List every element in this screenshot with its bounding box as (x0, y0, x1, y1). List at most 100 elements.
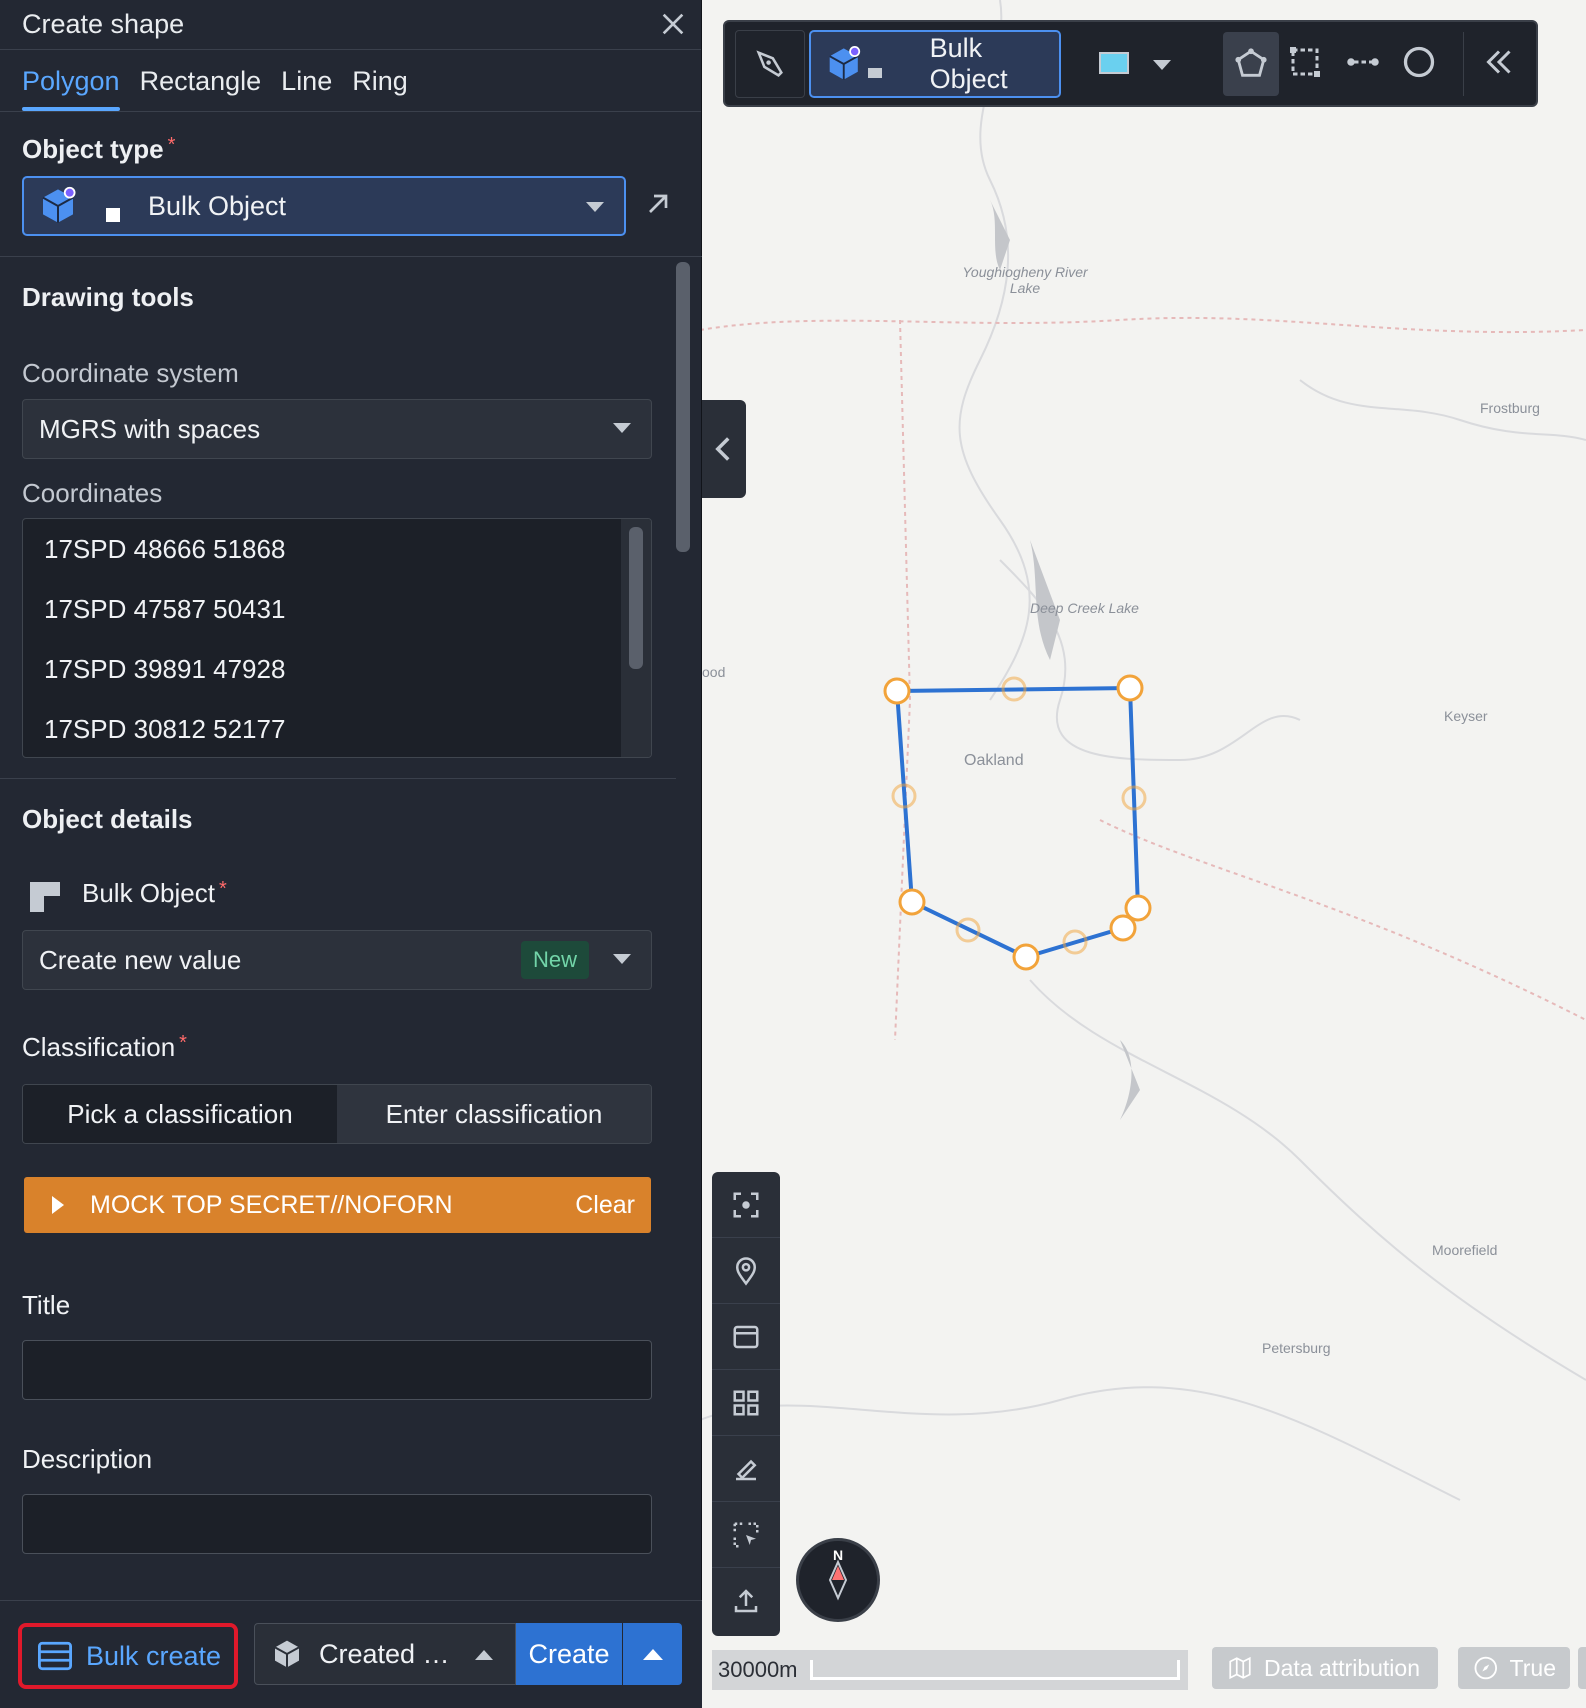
coordinate-row: 17SPD 39891 47928 (44, 653, 286, 684)
title-input[interactable] (22, 1340, 652, 1400)
tab-line[interactable]: Line (281, 66, 332, 111)
shape-tabs: Polygon Rectangle Line Ring (0, 50, 701, 112)
window-icon (733, 1325, 759, 1348)
coordinate-system-select[interactable]: MGRS with spaces (22, 399, 652, 459)
coordinates-scrollbar[interactable] (629, 527, 643, 669)
bulk-create-button[interactable]: Bulk create (18, 1623, 238, 1689)
select-cursor-icon (733, 1522, 759, 1547)
map-drawing-toolbar: Bulk Object (723, 20, 1538, 107)
create-label: Create (528, 1638, 610, 1669)
bulk-object-label: Bulk Object (82, 878, 215, 908)
created-select[interactable]: Created … (254, 1623, 516, 1685)
true-north-label: True (1509, 1654, 1556, 1681)
polygon-outline[interactable] (894, 685, 1141, 960)
compass[interactable]: N (796, 1538, 880, 1622)
focus-tool-button[interactable] (712, 1172, 780, 1238)
coordinates-label: Coordinates (22, 478, 163, 508)
object-details-heading: Object details (22, 804, 193, 834)
create-options-button[interactable] (623, 1623, 682, 1685)
clear-classification-button[interactable]: Clear (575, 1191, 635, 1220)
classification-value: MOCK TOP SECRET//NOFORN (90, 1190, 453, 1219)
required-indicator: * (179, 1032, 187, 1054)
focus-icon (733, 1192, 759, 1217)
circle-icon (1403, 46, 1435, 78)
create-shape-panel: Create shape Polygon Rectangle Line Ring… (0, 0, 702, 1708)
chevron-down-icon (613, 423, 631, 433)
chevron-left-icon (715, 437, 730, 461)
required-indicator: * (167, 134, 176, 156)
data-attribution-button[interactable]: Data attribution (1212, 1647, 1438, 1689)
bulk-object-value: Create new value (39, 944, 242, 975)
table-icon (38, 1641, 72, 1671)
pick-classification-option[interactable]: Pick a classification (23, 1085, 337, 1143)
compass-icon (1474, 1656, 1498, 1680)
chevron-down-icon (586, 202, 604, 212)
caret-right-icon (52, 1196, 64, 1214)
divider (0, 256, 702, 257)
classification-field-label: Classification * (22, 1032, 187, 1063)
collapse-toolbar-button[interactable] (1481, 44, 1517, 85)
drawn-polygon[interactable] (700, 0, 1586, 1708)
fill-color-swatch[interactable] (1099, 52, 1129, 74)
pen-tool-button[interactable] (735, 30, 805, 98)
line-tool-button[interactable] (1345, 44, 1381, 85)
polygon-vertex-handle[interactable] (1116, 674, 1144, 702)
bulk-object-select[interactable]: Create new value New (22, 930, 652, 990)
cube-icon (42, 186, 76, 223)
polygon-vertex-handle[interactable] (898, 888, 926, 916)
panel-footer: Bulk create Created … Create (0, 1600, 702, 1708)
bulk-object-field-label: Bulk Object * (82, 878, 227, 909)
object-type-select[interactable]: Bulk Object (22, 176, 626, 236)
polygon-vertex-handle[interactable] (1109, 914, 1137, 942)
bulk-create-label: Bulk create (86, 1640, 222, 1671)
object-type-field-label: Object type * (22, 134, 175, 165)
map-icon (1229, 1656, 1251, 1680)
coordinate-system-value: MGRS with spaces (39, 413, 261, 444)
select-tool-button[interactable] (712, 1502, 780, 1568)
description-input[interactable] (22, 1494, 652, 1554)
polygon-vertex-handle[interactable] (883, 677, 911, 705)
polygon-tool-button[interactable] (1223, 32, 1279, 96)
caret-up-icon (642, 1648, 663, 1660)
attribution-overflow (1578, 1647, 1586, 1689)
object-color-swatch (868, 68, 882, 78)
window-tool-button[interactable] (712, 1304, 780, 1370)
classification-banner[interactable]: MOCK TOP SECRET//NOFORN Clear (24, 1177, 651, 1233)
panel-scrollbar[interactable] (676, 262, 690, 552)
open-object-type-link[interactable] (642, 188, 674, 225)
object-type-swatch (106, 208, 120, 222)
coordinate-row: 17SPD 47587 50431 (44, 593, 286, 624)
create-button[interactable]: Create (516, 1623, 622, 1685)
enter-classification-option[interactable]: Enter classification (337, 1085, 651, 1143)
ring-tool-button[interactable] (1401, 44, 1437, 85)
grid-tool-button[interactable] (712, 1370, 780, 1436)
polygon-vertex-handle[interactable] (1012, 943, 1040, 971)
true-north-button[interactable]: True (1458, 1647, 1570, 1689)
rectangle-tool-button[interactable] (1287, 44, 1323, 85)
annotate-tool-button[interactable] (712, 1436, 780, 1502)
close-button[interactable] (657, 8, 689, 40)
tab-polygon[interactable]: Polygon (22, 66, 120, 111)
collapse-panel-tab[interactable] (700, 400, 746, 498)
toolbar-divider (1463, 32, 1464, 96)
line-icon (1347, 58, 1379, 66)
polygon-icon (1235, 48, 1267, 77)
tab-ring[interactable]: Ring (352, 66, 408, 111)
toolbar-object-label: Bulk Object (929, 33, 1008, 94)
required-indicator: * (218, 878, 227, 900)
coordinates-textarea[interactable]: 17SPD 48666 51868 17SPD 47587 50431 17SP… (22, 518, 652, 758)
tab-rectangle[interactable]: Rectangle (140, 66, 262, 111)
annotate-icon (736, 1459, 757, 1480)
coordinate-row: 17SPD 30812 52177 (44, 713, 286, 744)
toolbar-object-type-button[interactable]: Bulk Object (809, 30, 1061, 98)
map-canvas[interactable]: Youghiogheny River Lake Frostburg Deep C… (700, 0, 1586, 1708)
title-label: Title (22, 1290, 71, 1320)
rectangle-icon (1290, 47, 1320, 77)
coordinate-system-label: Coordinate system (22, 358, 239, 388)
export-tool-button[interactable] (712, 1568, 780, 1634)
fill-color-dropdown-icon[interactable] (1153, 60, 1171, 70)
pen-icon (756, 50, 783, 77)
double-chevron-left-icon (1486, 50, 1511, 74)
coordinate-row: 17SPD 48666 51868 (44, 533, 286, 564)
pin-tool-button[interactable] (712, 1238, 780, 1304)
